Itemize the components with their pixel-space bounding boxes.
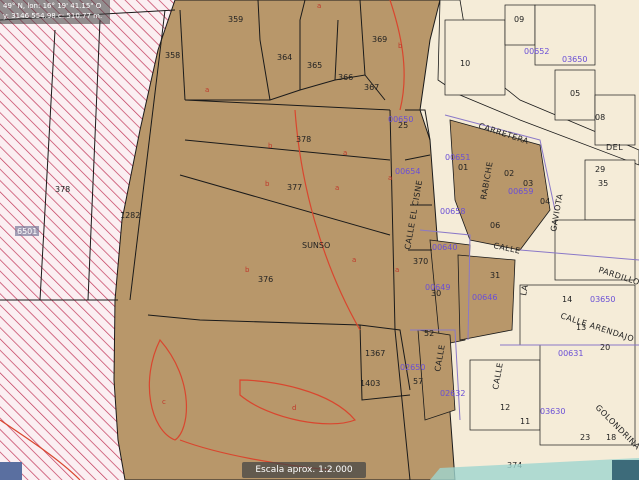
scale-label: Escala aprox. 1:2.000 <box>242 462 366 478</box>
parcel-377: 377 <box>287 183 302 192</box>
subparcel-a-5: a <box>335 184 339 192</box>
zone-label: SUNSO <box>302 241 330 250</box>
parcel-1282: 1282 <box>120 211 140 220</box>
subparcel-a-1: a <box>317 2 321 10</box>
block-57 <box>417 329 456 421</box>
subparcel-a-4: a <box>352 256 356 264</box>
parcel-18: 18 <box>606 433 616 442</box>
map-tool-button[interactable] <box>0 462 22 480</box>
block-code-15: 03650 <box>590 295 615 304</box>
parcel-378w: 378 <box>55 185 70 194</box>
subparcel-b-3: b <box>245 266 250 274</box>
subparcel-c: c <box>162 398 166 406</box>
parcel-11: 11 <box>520 417 530 426</box>
parcel-05: 05 <box>570 89 580 98</box>
parcel-06: 06 <box>490 221 500 230</box>
parcel-23: 23 <box>580 433 590 442</box>
parcel-10: 10 <box>460 59 470 68</box>
parcel-31: 31 <box>490 271 500 280</box>
parcel-14: 14 <box>562 295 572 304</box>
zone-code: 6501 <box>17 227 37 236</box>
subparcel-a-3: a <box>343 149 347 157</box>
parcel-367: 367 <box>364 83 379 92</box>
parcel-12: 12 <box>500 403 510 412</box>
parcel-376: 376 <box>258 275 273 284</box>
parcel-1367: 1367 <box>365 349 385 358</box>
block-code-14: 00659 <box>508 187 533 196</box>
block-code-12: 00654 <box>395 167 420 176</box>
parcel-369: 369 <box>372 35 387 44</box>
block-code-10: 02650 <box>400 363 425 372</box>
parcel-378: 378 <box>296 135 311 144</box>
block-code-1: 00650 <box>388 115 413 124</box>
block-code-6: 02632 <box>440 389 465 398</box>
subparcel-b-4: b <box>398 42 403 50</box>
parcel-364: 364 <box>277 53 292 62</box>
subparcel-d: d <box>292 404 296 412</box>
parcel-35: 35 <box>598 179 608 188</box>
street-del: DEL <box>606 143 623 152</box>
parcel-01: 01 <box>458 163 468 172</box>
map-control-button[interactable] <box>612 460 639 480</box>
block-code-3: 03650 <box>562 55 587 64</box>
block-code-2: 00651 <box>445 153 470 162</box>
parcel-359: 359 <box>228 15 243 24</box>
block-code-11: 00649 <box>425 283 450 292</box>
parcel-08: 08 <box>595 113 605 122</box>
subparcel-a-7: a <box>388 174 392 182</box>
subparcel-b-2: b <box>265 180 270 188</box>
block-code-9: 00640 <box>432 243 457 252</box>
block-code-7: 03630 <box>540 407 565 416</box>
block-code-13: 00658 <box>440 207 465 216</box>
parcel-366: 366 <box>338 73 353 82</box>
cadastral-map[interactable]: 359 358 364 365 366 367 369 378 377 376 … <box>0 0 639 480</box>
subparcel-b-1: b <box>268 142 273 150</box>
block-code-8: 00631 <box>558 349 583 358</box>
parcel-09: 09 <box>514 15 524 24</box>
parcel-358: 358 <box>165 51 180 60</box>
parcel-29: 29 <box>595 165 605 174</box>
block-code-5: 00646 <box>472 293 497 302</box>
coordinate-readout: 49° N, lon: 16° 19' 41.15" O y: 3146 554… <box>0 0 110 24</box>
parcel-57: 57 <box>413 377 423 386</box>
parcel-20: 20 <box>600 343 610 352</box>
subparcel-a-6: a <box>395 266 399 274</box>
street-la: LA <box>519 284 530 297</box>
parcel-370: 370 <box>413 257 428 266</box>
parcel-02: 02 <box>504 169 514 178</box>
parcel-04: 04 <box>540 197 550 206</box>
map-canvas[interactable]: 359 358 364 365 366 367 369 378 377 376 … <box>0 0 639 480</box>
coordinate-line-1: 49° N, lon: 16° 19' 41.15" O <box>3 2 102 10</box>
subparcel-a-2: a <box>205 86 209 94</box>
coordinate-line-2: y: 3146 554.98 c: 510.77 m. <box>3 12 103 20</box>
parcel-365: 365 <box>307 61 322 70</box>
parcel-1403: 1403 <box>360 379 380 388</box>
block-code-4: 00652 <box>524 47 549 56</box>
parcel-52: 52 <box>424 329 434 338</box>
